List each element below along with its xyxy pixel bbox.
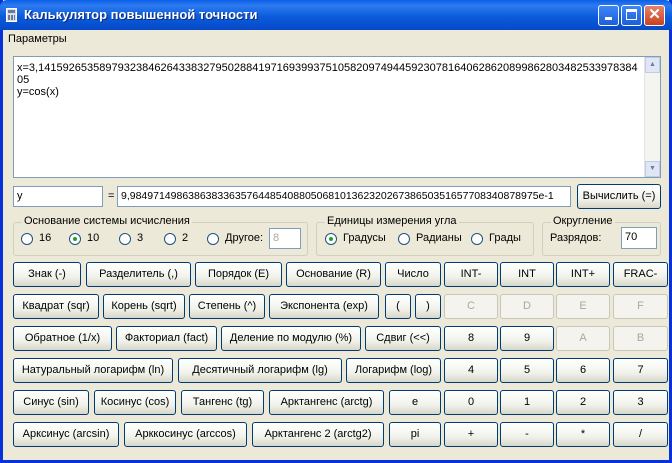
digits-label: Разрядов: [550,232,602,244]
power-button[interactable]: Степень (^) [189,294,265,319]
calculator-window: Калькулятор повышенной точности ✕ Параме… [0,0,672,463]
int-minus-button[interactable]: INT- [444,262,498,287]
radio-grads-label: Грады [489,232,521,244]
digits-input[interactable]: 70 [621,227,657,249]
radio-base-16-label: 16 [39,232,52,244]
shift-button[interactable]: Сдвиг (<<) [365,326,441,351]
order-button[interactable]: Порядок (E) [195,262,282,287]
hex-c-button[interactable]: C [444,294,498,319]
digit-1-button[interactable]: 1 [500,390,554,415]
digit-4-button[interactable]: 4 [444,358,498,383]
pi-button[interactable]: pi [389,422,441,447]
radio-base-other[interactable] [207,233,219,245]
ln-button[interactable]: Натуральный логарифм (ln) [13,358,173,383]
other-base-input[interactable]: 8 [269,228,301,249]
exponent-button[interactable]: Экспонента (exp) [269,294,379,319]
arctan-button[interactable]: Арктангенс (arctg) [269,390,384,415]
title-bar: Калькулятор повышенной точности ✕ [0,0,672,30]
scroll-up-icon[interactable]: ▲ [645,57,660,73]
lg-button[interactable]: Десятичный логарифм (lg) [178,358,342,383]
radio-base-3-label: 3 [137,232,144,244]
equals-label: = [108,190,115,202]
radio-radians[interactable] [398,233,410,245]
tan-button[interactable]: Тангенс (tg) [181,390,264,415]
number-button[interactable]: Число [385,262,441,287]
hex-e-button[interactable]: E [556,294,610,319]
radio-degrees[interactable] [325,233,337,245]
radio-grads[interactable] [471,233,483,245]
frac-minus-button[interactable]: FRAC- [613,262,668,287]
divide-button[interactable]: / [613,422,668,447]
digit-7-button[interactable]: 7 [613,358,668,383]
lparen-button[interactable]: ( [385,294,411,319]
result-field[interactable]: 9,98497149863863833635764485408805068101… [117,186,571,207]
angle-group-legend: Единицы измерения угла [325,215,459,227]
separator-button[interactable]: Разделитель (,) [86,262,191,287]
base-button[interactable]: Основание (R) [286,262,381,287]
digit-8-button[interactable]: 8 [444,326,498,351]
plus-button[interactable]: + [444,422,498,447]
e-button[interactable]: e [389,390,441,415]
maximize-button[interactable] [621,5,642,26]
rparen-button[interactable]: ) [415,294,441,319]
digit-3-button[interactable]: 3 [613,390,668,415]
radio-base-other-label: Другое: [225,232,264,244]
scroll-down-icon[interactable]: ▼ [645,161,660,177]
sign-button[interactable]: Знак (-) [13,262,81,287]
minus-button[interactable]: - [500,422,554,447]
radio-base-2-label: 2 [182,232,189,244]
radio-radians-label: Радианы [416,232,462,244]
output-area[interactable]: x=3,141592653589793238462643383279502884… [13,56,661,178]
minimize-button[interactable] [598,5,619,26]
hex-a-button[interactable]: A [556,326,610,351]
compute-button[interactable]: Вычислить (=) [577,184,661,209]
int-button[interactable]: INT [500,262,554,287]
sin-button[interactable]: Синус (sin) [13,390,89,415]
arcsin-button[interactable]: Арксинус (arcsin) [13,422,119,447]
radio-base-10[interactable] [69,233,81,245]
int-plus-button[interactable]: INT+ [556,262,610,287]
arccos-button[interactable]: Арккосинус (arccos) [124,422,247,447]
vertical-scrollbar[interactable]: ▲ ▼ [644,57,660,177]
output-text: x=3,141592653589793238462643383279502884… [17,62,638,98]
menu-parameters[interactable]: Параметры [8,33,67,45]
inverse-button[interactable]: Обратное (1/x) [13,326,112,351]
factorial-button[interactable]: Факториал (fact) [116,326,217,351]
cos-button[interactable]: Косинус (cos) [94,390,176,415]
radio-degrees-label: Градусы [343,232,386,244]
digit-6-button[interactable]: 6 [556,358,610,383]
radio-base-2[interactable] [164,233,176,245]
root-button[interactable]: Корень (sqrt) [103,294,185,319]
digit-2-button[interactable]: 2 [556,390,610,415]
radio-base-3[interactable] [119,233,131,245]
base-group: Основание системы исчисления [13,215,308,256]
window-title: Калькулятор повышенной точности [24,7,258,22]
mod-button[interactable]: Деление по модулю (%) [221,326,361,351]
close-icon: ✕ [648,6,661,23]
radio-base-10-label: 10 [87,232,100,244]
square-button[interactable]: Квадрат (sqr) [13,294,99,319]
hex-d-button[interactable]: D [500,294,554,319]
digit-5-button[interactable]: 5 [500,358,554,383]
base-group-legend: Основание системы исчисления [22,215,192,227]
radio-base-16[interactable] [21,233,33,245]
variable-input[interactable]: y [13,186,103,207]
arctan2-button[interactable]: Арктангенс 2 (arctg2) [252,422,384,447]
log-button[interactable]: Логарифм (log) [346,358,441,383]
calculator-icon [6,8,17,22]
multiply-button[interactable]: * [556,422,610,447]
digit-0-button[interactable]: 0 [444,390,498,415]
hex-f-button[interactable]: F [613,294,668,319]
minimize-icon [605,17,612,20]
hex-b-button[interactable]: B [613,326,668,351]
digit-9-button[interactable]: 9 [500,326,554,351]
close-button[interactable]: ✕ [644,5,665,26]
rounding-group-legend: Округление [551,215,615,227]
maximize-icon [626,9,637,20]
